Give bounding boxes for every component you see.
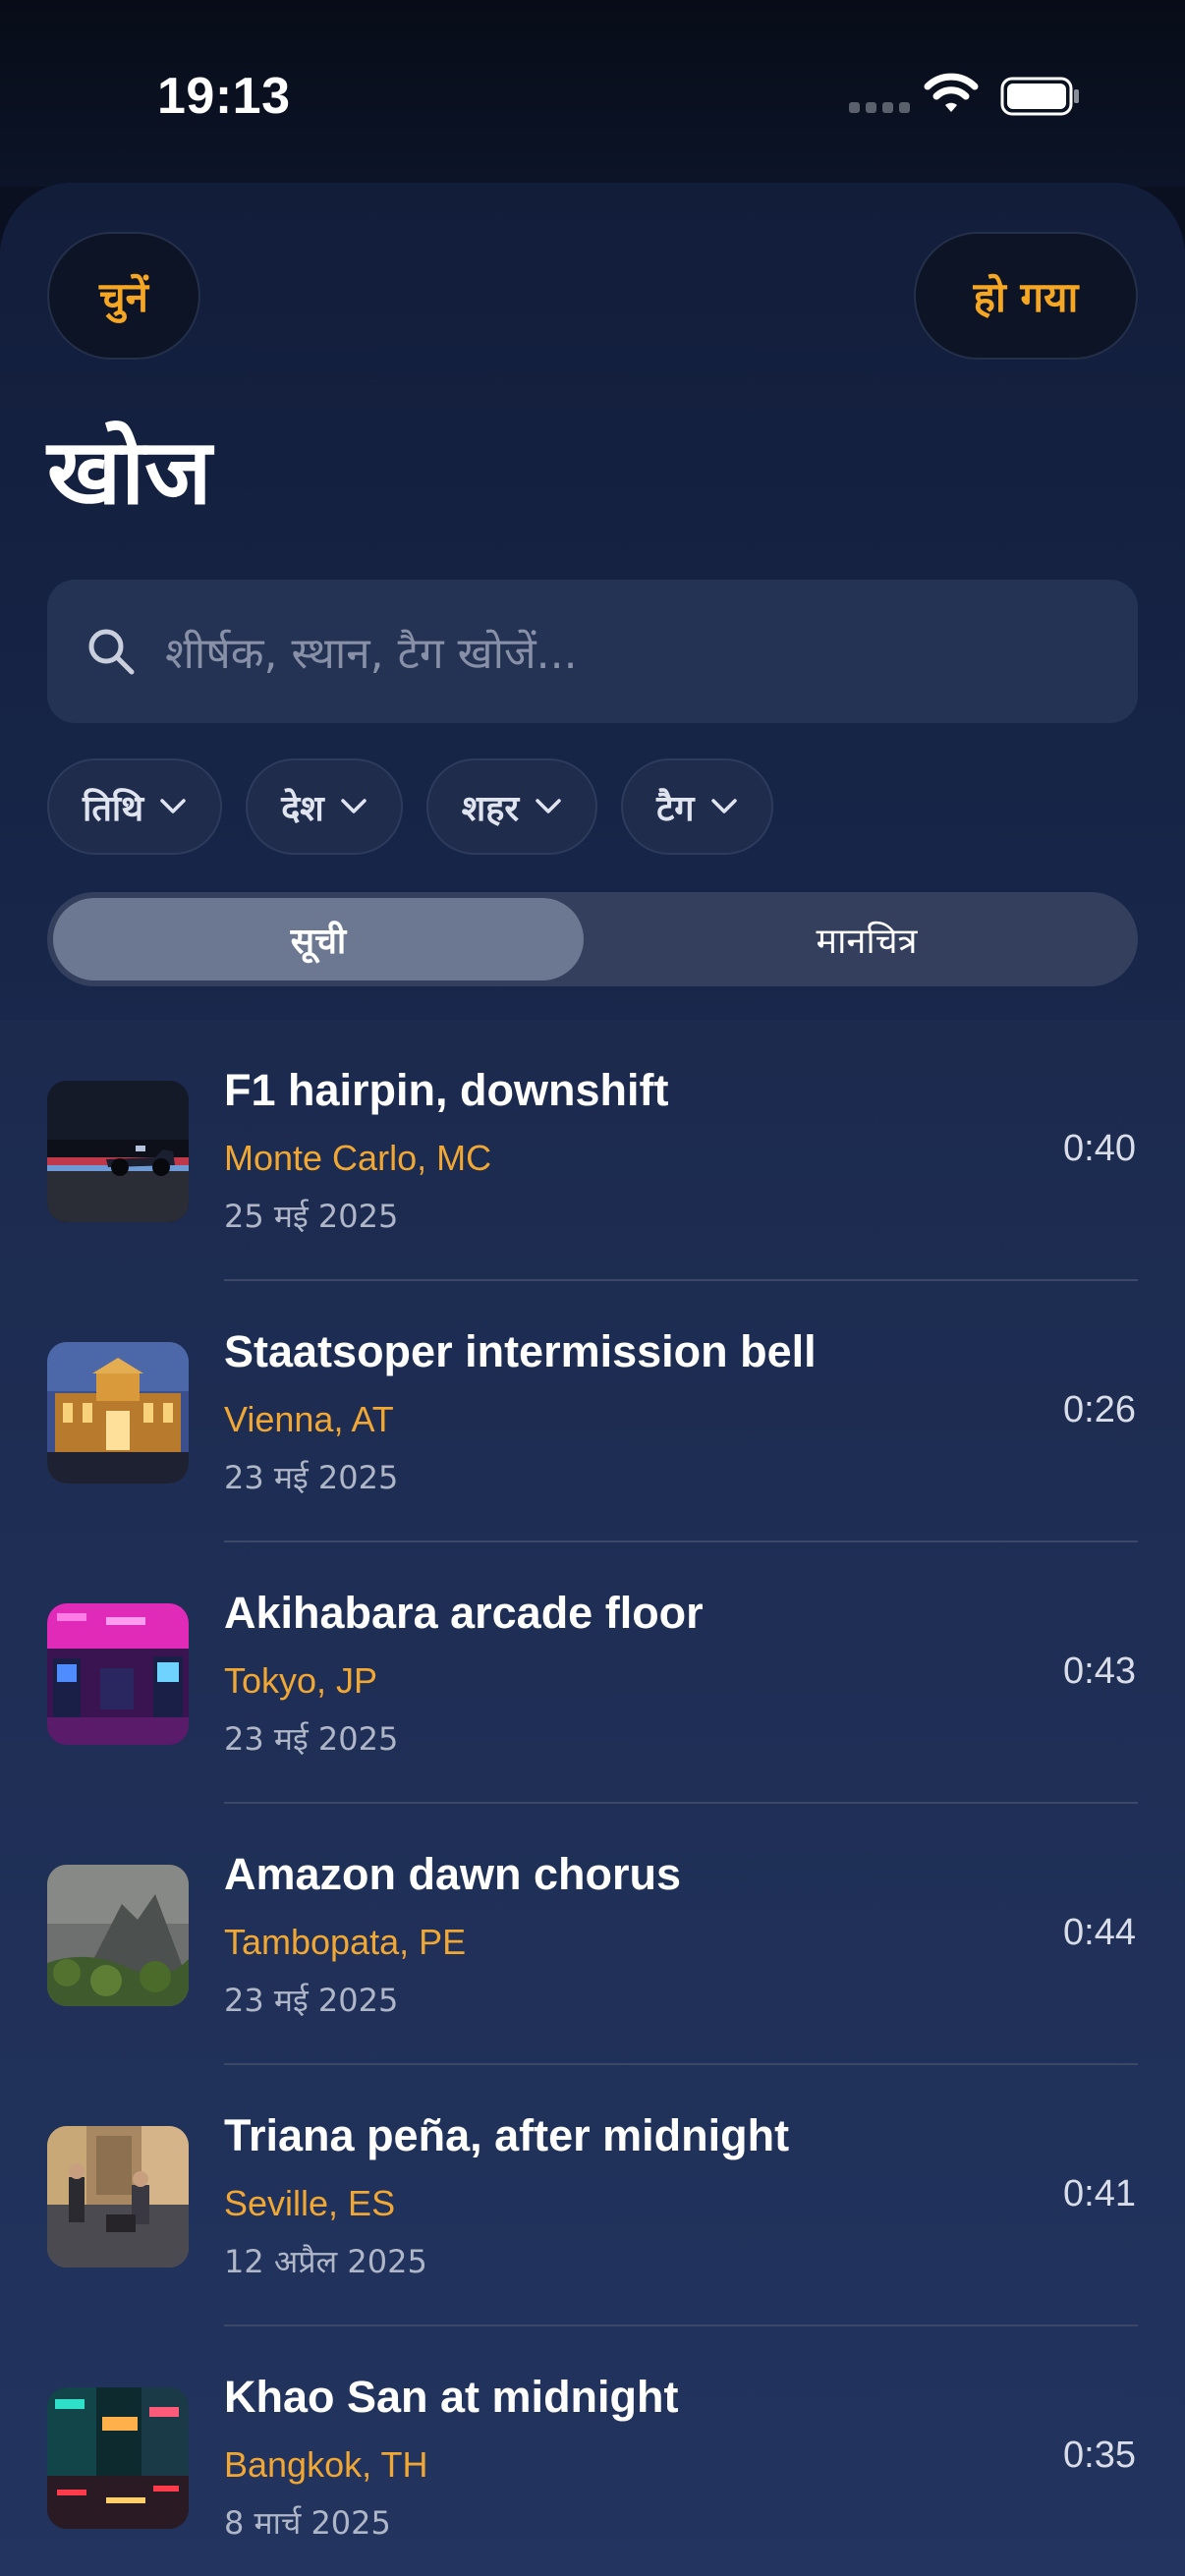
recording-date: 25 मई 2025: [224, 1198, 399, 1235]
recording-location: Tokyo, JP: [224, 1660, 378, 1701]
search-input[interactable]: शीर्षक, स्थान, टैग खोजें...: [47, 580, 1138, 723]
list-item[interactable]: Akihabara arcade floor Tokyo, JP 23 मई 2…: [0, 1542, 1185, 1804]
recording-duration: 0:41: [1063, 2173, 1136, 2214]
filter-country-chip[interactable]: देश: [246, 758, 403, 855]
filter-chips: तिथि देश शहर टैग: [47, 758, 773, 855]
search-sheet: चुनें हो गया खोज शीर्षक, स्थान, टैग खोजे…: [0, 183, 1185, 2576]
search-placeholder: शीर्षक, स्थान, टैग खोजें...: [165, 629, 578, 679]
done-button[interactable]: हो गया: [914, 232, 1138, 360]
recording-date: 8 मार्च 2025: [224, 2504, 391, 2542]
recordings-list: F1 hairpin, downshift Monte Carlo, MC 25…: [0, 1020, 1185, 2576]
filter-date-chip[interactable]: तिथि: [47, 758, 223, 855]
thumbnail-neon-street-night: [47, 2387, 189, 2529]
recording-duration: 0:26: [1063, 1389, 1136, 1430]
recording-duration: 0:35: [1063, 2435, 1136, 2476]
page-title: खोज: [47, 420, 212, 525]
list-item[interactable]: Triana peña, after midnight Seville, ES …: [0, 2065, 1185, 2326]
recording-date: 23 मई 2025: [224, 1459, 399, 1496]
search-screen: 19:13 चुनें हो गया खोज शीर्षक, स्थान, टै…: [0, 0, 1185, 2576]
recording-title: Triana peña, after midnight: [224, 2110, 790, 2160]
chip-label: शहर: [461, 788, 520, 829]
recording-duration: 0:40: [1063, 1128, 1136, 1169]
status-time: 19:13: [157, 68, 291, 125]
list-item[interactable]: Staatsoper intermission bell Vienna, AT …: [0, 1281, 1185, 1542]
cellular-signal-icon: [849, 102, 910, 113]
recording-title: Staatsoper intermission bell: [224, 1326, 817, 1376]
chevron-down-icon: [341, 799, 367, 813]
chevron-down-icon: [160, 799, 186, 813]
filter-tag-chip[interactable]: टैग: [621, 758, 773, 855]
recording-location: Seville, ES: [224, 2183, 396, 2223]
chevron-down-icon: [710, 799, 737, 813]
chip-label: टैग: [656, 788, 695, 829]
recording-date: 23 मई 2025: [224, 1720, 399, 1758]
chip-label: देश: [281, 788, 324, 829]
recording-date: 23 मई 2025: [224, 1982, 399, 2019]
list-item[interactable]: F1 hairpin, downshift Monte Carlo, MC 25…: [0, 1020, 1185, 1281]
recording-duration: 0:43: [1063, 1651, 1136, 1692]
recording-location: Monte Carlo, MC: [224, 1138, 492, 1178]
select-button[interactable]: चुनें: [47, 232, 200, 360]
filter-city-chip[interactable]: शहर: [425, 758, 598, 855]
list-item[interactable]: Amazon dawn chorus Tambopata, PE 23 मई 2…: [0, 1804, 1185, 2065]
thumbnail-racing-car-night: [47, 1081, 189, 1222]
recording-title: F1 hairpin, downshift: [224, 1065, 669, 1115]
recording-location: Bangkok, TH: [224, 2444, 428, 2485]
thumbnail-neon-arcade: [47, 1603, 189, 1745]
thumbnail-misty-rainforest: [47, 1865, 189, 2006]
recording-duration: 0:44: [1063, 1912, 1136, 1953]
recording-location: Vienna, AT: [224, 1399, 394, 1439]
search-icon: [88, 629, 135, 675]
chip-label: तिथि: [83, 788, 144, 829]
status-bar: 19:13: [0, 0, 1185, 187]
tab-list[interactable]: सूची: [53, 898, 584, 980]
recording-date: 12 अप्रैल 2025: [224, 2243, 427, 2280]
thumbnail-opera-house-night: [47, 1342, 189, 1484]
chevron-down-icon: [536, 799, 561, 813]
recording-location: Tambopata, PE: [224, 1922, 467, 1962]
recording-title: Akihabara arcade floor: [224, 1588, 704, 1638]
recording-title: Amazon dawn chorus: [224, 1849, 682, 1899]
list-item[interactable]: Khao San at midnight Bangkok, TH 8 मार्च…: [0, 2326, 1185, 2576]
thumbnail-street-musicians: [47, 2126, 189, 2268]
battery-icon: [1000, 77, 1079, 116]
recording-title: Khao San at midnight: [224, 2372, 679, 2422]
tab-map[interactable]: मानचित्र: [601, 898, 1132, 980]
wifi-icon: [924, 73, 979, 112]
view-toggle: सूची मानचित्र: [47, 892, 1138, 986]
